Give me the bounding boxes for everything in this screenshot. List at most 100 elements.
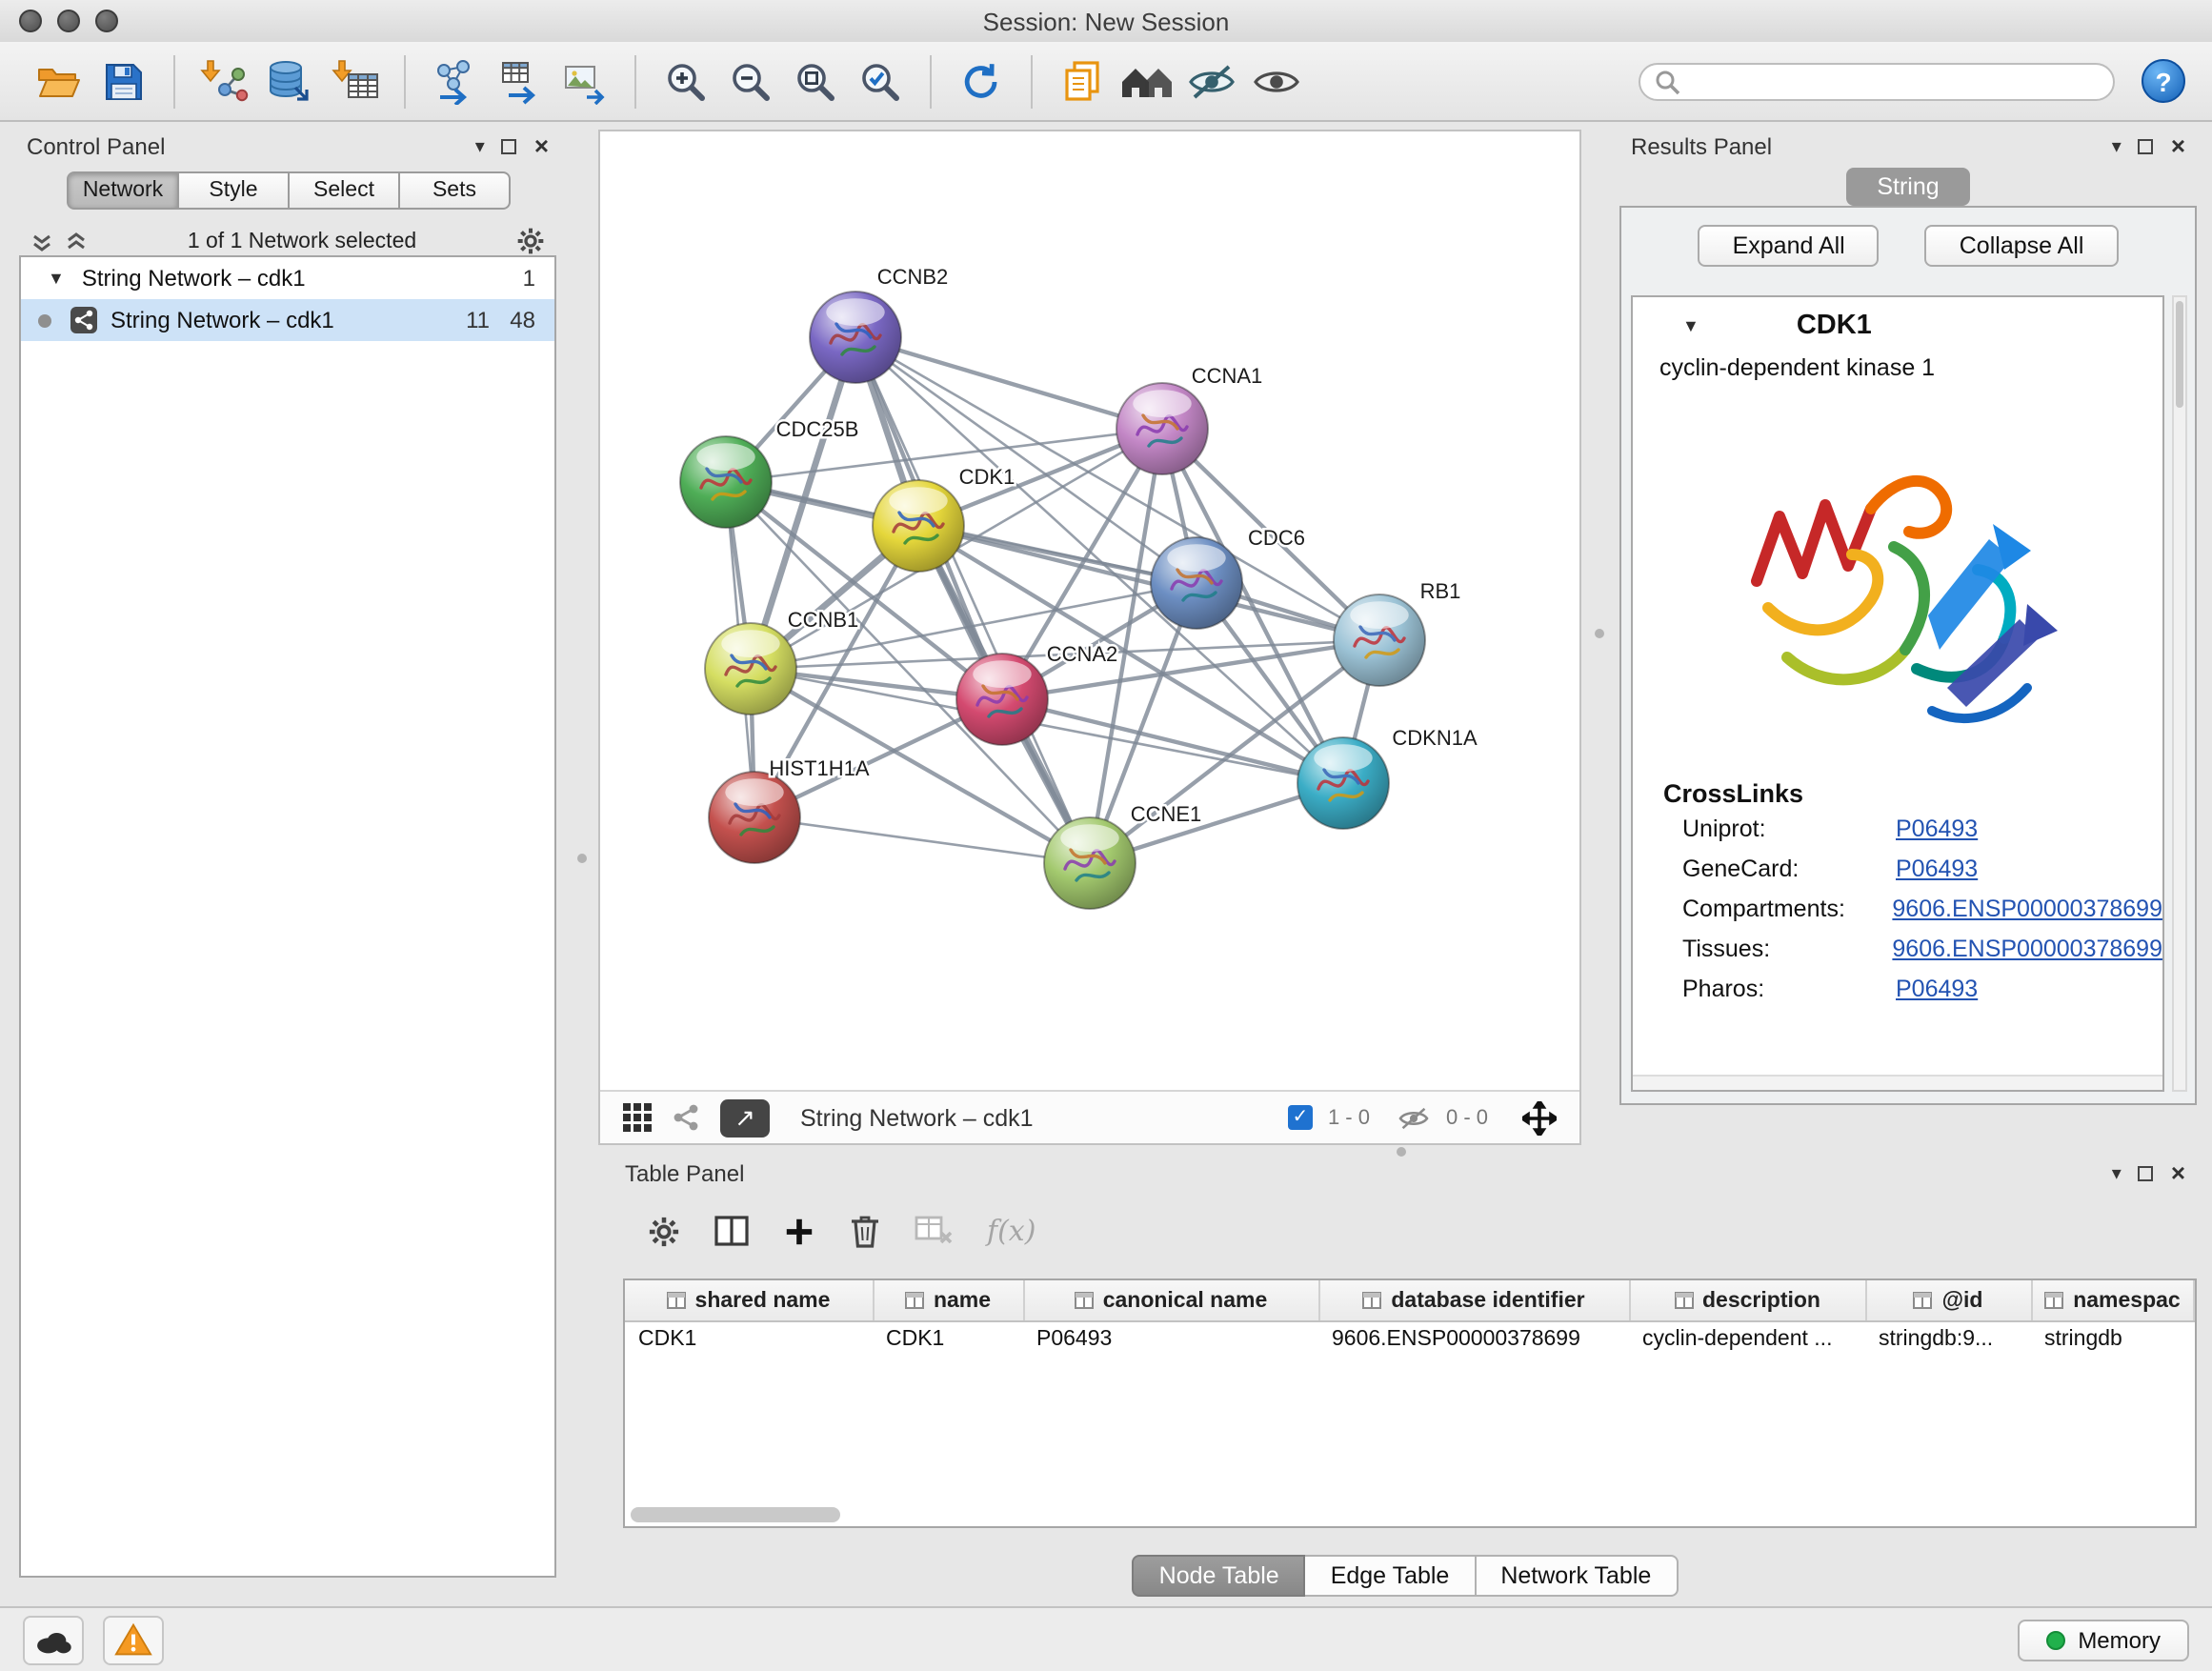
table-float-icon[interactable] xyxy=(2139,1166,2154,1181)
network-collection-row[interactable]: ▼ String Network – cdk1 1 xyxy=(21,257,554,299)
tab-node-table[interactable]: Node Table xyxy=(1133,1555,1306,1597)
tab-sets[interactable]: Sets xyxy=(400,171,511,210)
network-node-CCNB2[interactable]: CCNB2 xyxy=(810,265,948,383)
network-share-icon[interactable] xyxy=(671,1103,701,1132)
network-node-CCNA1[interactable]: CCNA1 xyxy=(1116,364,1262,474)
column-header[interactable]: database identifier xyxy=(1318,1280,1629,1321)
add-column-icon[interactable] xyxy=(783,1215,815,1247)
collapse-all-button[interactable]: Collapse All xyxy=(1925,225,2119,267)
tab-select[interactable]: Select xyxy=(290,171,400,210)
expand-all-button[interactable]: Expand All xyxy=(1699,225,1880,267)
copy-button[interactable] xyxy=(1050,49,1115,113)
network-node-CDK1[interactable]: CDK1 xyxy=(873,465,1015,572)
node-table: shared name name canonical name database… xyxy=(623,1278,2197,1528)
crosslink-link[interactable]: P06493 xyxy=(1896,855,1978,881)
refresh-button[interactable] xyxy=(949,49,1014,113)
node-label-CCNB2: CCNB2 xyxy=(877,265,949,289)
results-horizontal-scrollbar[interactable] xyxy=(1633,1075,2162,1090)
results-vertical-scrollbar[interactable] xyxy=(2172,295,2187,1092)
cell-id[interactable]: stringdb:9... xyxy=(1865,1321,2031,1357)
crosslink-label: Compartments: xyxy=(1682,895,1892,921)
network-row-selected[interactable]: String Network – cdk1 11 48 xyxy=(21,299,554,341)
cloud-button[interactable] xyxy=(23,1615,84,1664)
copy-pages-icon xyxy=(1061,58,1103,104)
import-network-file-button[interactable] xyxy=(192,49,257,113)
zoom-selected-button[interactable] xyxy=(848,49,913,113)
tree-expand-icon[interactable]: ▼ xyxy=(48,269,65,288)
column-header[interactable]: canonical name xyxy=(1023,1280,1318,1321)
network-node-CDKN1A[interactable]: CDKN1A xyxy=(1297,726,1478,829)
show-all-button[interactable] xyxy=(1244,49,1309,113)
table-horizontal-scrollbar[interactable] xyxy=(631,1507,840,1522)
hide-selected-button[interactable] xyxy=(1179,49,1244,113)
open-session-button[interactable] xyxy=(27,49,91,113)
crosslink-link[interactable]: P06493 xyxy=(1896,815,1978,841)
gene-symbol: CDK1 xyxy=(1797,311,1872,341)
cell-description[interactable]: cyclin-dependent ... xyxy=(1629,1321,1865,1357)
right-splitter-handle[interactable] xyxy=(1595,629,1604,638)
export-image-button[interactable] xyxy=(553,49,617,113)
annotation-checkbox-icon[interactable]: ✓ xyxy=(1288,1105,1313,1130)
gene-collapse-icon[interactable]: ▼ xyxy=(1682,316,1699,335)
column-header[interactable]: name xyxy=(873,1280,1023,1321)
gene-section-header[interactable]: ▼ CDK1 xyxy=(1633,297,2162,354)
network-node-CDC6[interactable]: CDC6 xyxy=(1151,526,1305,629)
table-menu-icon[interactable]: ▾ xyxy=(2112,1163,2122,1184)
show-columns-icon[interactable] xyxy=(714,1216,749,1246)
panel-close-icon[interactable]: × xyxy=(534,137,549,156)
tab-style[interactable]: Style xyxy=(179,171,290,210)
tab-network[interactable]: Network xyxy=(67,171,179,210)
table-settings-gear-icon[interactable] xyxy=(648,1215,680,1247)
column-header[interactable]: description xyxy=(1629,1280,1865,1321)
results-close-icon[interactable]: × xyxy=(2171,137,2185,156)
left-splitter-handle[interactable] xyxy=(577,854,587,863)
import-network-database-button[interactable] xyxy=(257,49,322,113)
network-node-RB1[interactable]: RB1 xyxy=(1334,579,1460,686)
zoom-fit-button[interactable] xyxy=(783,49,848,113)
column-header[interactable]: @id xyxy=(1865,1280,2031,1321)
network-canvas[interactable]: CCNB2CCNA1CDC25BCDK1CDC6RB1CCNB1CCNA2CDK… xyxy=(600,131,1579,1090)
table-row[interactable]: CDK1 CDK1 P06493 9606.ENSP00000378699 cy… xyxy=(625,1321,2194,1357)
bottom-splitter-handle[interactable] xyxy=(1397,1147,1406,1157)
network-node-count: 11 xyxy=(444,307,490,333)
pan-crosshair-icon[interactable] xyxy=(1522,1100,1557,1135)
column-header[interactable]: namespac xyxy=(2031,1280,2194,1321)
grid-mode-icon[interactable] xyxy=(623,1103,652,1132)
cell-name[interactable]: CDK1 xyxy=(873,1321,1023,1357)
cell-namespace[interactable]: stringdb xyxy=(2031,1321,2194,1357)
column-type-icon xyxy=(2044,1291,2063,1308)
column-header[interactable]: shared name xyxy=(625,1280,873,1321)
expand-all-icon[interactable] xyxy=(65,230,88,252)
cell-canonical-name[interactable]: P06493 xyxy=(1023,1321,1318,1357)
search-input[interactable] xyxy=(1639,62,2115,100)
network-node-HIST1H1A[interactable]: HIST1H1A xyxy=(709,756,870,863)
panel-menu-icon[interactable]: ▾ xyxy=(475,136,485,157)
delete-column-icon[interactable] xyxy=(850,1214,880,1248)
crosslink-link[interactable]: P06493 xyxy=(1896,975,1978,1001)
tab-edge-table[interactable]: Edge Table xyxy=(1306,1555,1477,1597)
clone-table-button[interactable] xyxy=(488,49,553,113)
panel-float-icon[interactable] xyxy=(502,139,517,154)
cell-shared-name[interactable]: CDK1 xyxy=(625,1321,873,1357)
cell-database-identifier[interactable]: 9606.ENSP00000378699 xyxy=(1318,1321,1629,1357)
results-float-icon[interactable] xyxy=(2139,139,2154,154)
save-session-button[interactable] xyxy=(91,49,156,113)
birdseye-view-button[interactable]: ↗ xyxy=(720,1098,770,1137)
help-button[interactable]: ? xyxy=(2142,59,2185,103)
collapse-all-icon[interactable] xyxy=(30,230,53,252)
home-layout-button[interactable] xyxy=(1115,49,1179,113)
warnings-button[interactable] xyxy=(103,1615,164,1664)
network-node-CCNB1[interactable]: CCNB1 xyxy=(705,608,858,715)
clone-network-button[interactable] xyxy=(423,49,488,113)
zoom-in-button[interactable] xyxy=(654,49,718,113)
results-menu-icon[interactable]: ▾ xyxy=(2112,136,2122,157)
memory-button[interactable]: Memory xyxy=(2017,1619,2189,1661)
zoom-out-button[interactable] xyxy=(718,49,783,113)
tab-string[interactable]: String xyxy=(1846,168,1969,206)
crosslink-link[interactable]: 9606.ENSP00000378699 xyxy=(1892,935,2162,961)
crosslink-link[interactable]: 9606.ENSP00000378699 xyxy=(1892,895,2162,921)
tab-network-table[interactable]: Network Table xyxy=(1476,1555,1678,1597)
table-close-icon[interactable]: × xyxy=(2171,1164,2185,1183)
import-table-file-button[interactable] xyxy=(322,49,387,113)
gear-icon[interactable] xyxy=(516,227,545,255)
